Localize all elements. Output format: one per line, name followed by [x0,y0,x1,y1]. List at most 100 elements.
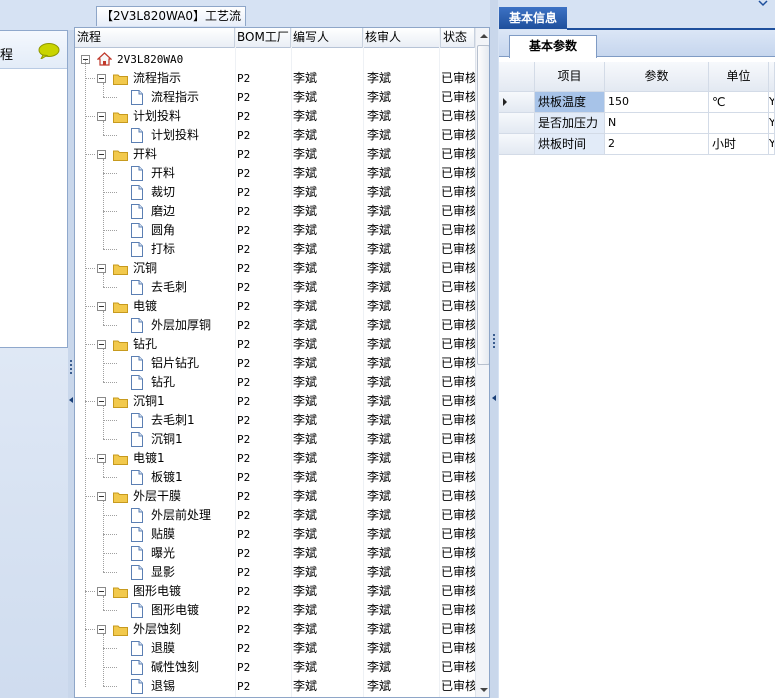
collapse-toggle[interactable] [97,74,106,83]
table-row[interactable]: 沉铜1 P2 李斌 李斌 已审核 [75,430,475,449]
table-row[interactable]: 碱性蚀刻 P2 李斌 李斌 已审核 [75,658,475,677]
collapse-toggle[interactable] [97,302,106,311]
table-row[interactable]: 开料 P2 李斌 李斌 已审核 [75,145,475,164]
table-row[interactable]: 沉铜 P2 李斌 李斌 已审核 [75,259,475,278]
collapse-toggle[interactable] [97,625,106,634]
tree-line [103,325,117,326]
tree-node-label: 钻孔 [151,375,176,389]
table-row[interactable]: 钻孔 P2 李斌 李斌 已审核 [75,335,475,354]
reviewer-cell: 李斌 [367,90,392,104]
row-indicator[interactable] [499,92,535,113]
collapse-toggle[interactable] [97,150,106,159]
param-value-cell[interactable]: 2 [605,134,709,155]
grid-body: 2V3L820WA0 流程指示 P2 李斌 李斌 已审核 流程指示 P2 李斌 李斌 已审核 计划投… [75,48,475,697]
col-header-process[interactable]: 流程 [75,28,235,48]
vertical-scrollbar[interactable] [475,28,489,697]
scroll-up-button[interactable] [476,28,489,44]
table-row[interactable]: 磨边 P2 李斌 李斌 已审核 [75,202,475,221]
status-cell: 已审核 [441,489,475,503]
collapse-toggle[interactable] [97,112,106,121]
table-row[interactable]: 电镀1 P2 李斌 李斌 已审核 [75,449,475,468]
param-row[interactable]: 是否加压力N Y [499,113,775,134]
bom-cell: P2 [237,471,251,484]
folder-icon [113,112,128,123]
table-row[interactable]: 图形电镀 P2 李斌 李斌 已审核 [75,601,475,620]
table-row[interactable]: 退膜 P2 李斌 李斌 已审核 [75,639,475,658]
basic-info-tab[interactable]: 基本信息 [499,7,567,29]
col-header-writer[interactable]: 编写人 [291,28,363,48]
scroll-down-button[interactable] [476,682,489,697]
table-row[interactable]: 外层干膜 P2 李斌 李斌 已审核 [75,487,475,506]
tree-root-row[interactable]: 2V3L820WA0 [75,50,475,69]
table-row[interactable]: 流程指示 P2 李斌 李斌 已审核 [75,88,475,107]
status-cell: 已审核 [441,527,475,541]
speech-bubble-icon[interactable] [38,43,60,59]
basic-params-tab[interactable]: 基本参数 [509,35,597,58]
table-row[interactable]: 去毛刺 P2 李斌 李斌 已审核 [75,278,475,297]
collapse-toggle[interactable] [97,454,106,463]
param-row[interactable]: 烘板温度150℃Y [499,92,775,113]
table-row[interactable]: 打标 P2 李斌 李斌 已审核 [75,240,475,259]
param-row[interactable]: 烘板时间2小时Y [499,134,775,155]
bom-cell: P2 [237,376,251,389]
collapse-toggle[interactable] [97,492,106,501]
col-header-value[interactable]: 参数 [605,62,709,92]
table-row[interactable]: 外层加厚铜 P2 李斌 李斌 已审核 [75,316,475,335]
chevron-down-icon[interactable] [750,0,775,7]
collapse-left-icon[interactable] [69,397,73,403]
left-nav-header[interactable]: 程 [0,31,67,69]
tree-line [103,173,117,174]
table-row[interactable]: 外层蚀刻 P2 李斌 李斌 已审核 [75,620,475,639]
right-splitter[interactable] [490,0,498,698]
writer-cell: 李斌 [293,679,318,693]
collapse-toggle[interactable] [97,264,106,273]
collapse-toggle[interactable] [97,587,106,596]
table-row[interactable]: 铝片钻孔 P2 李斌 李斌 已审核 [75,354,475,373]
col-header-reviewer[interactable]: 核审人 [363,28,441,48]
table-row[interactable]: 曝光 P2 李斌 李斌 已审核 [75,544,475,563]
table-row[interactable]: 电镀 P2 李斌 李斌 已审核 [75,297,475,316]
table-row[interactable]: 流程指示 P2 李斌 李斌 已审核 [75,69,475,88]
param-value-cell[interactable]: N [605,113,709,134]
status-cell: 已审核 [441,337,475,351]
tree-line [85,496,95,497]
bom-cell: P2 [237,566,251,579]
table-row[interactable]: 退锡 P2 李斌 李斌 已审核 [75,677,475,696]
table-row[interactable]: 图形电镀 P2 李斌 李斌 已审核 [75,582,475,601]
tree-node-label: 沉铜1 [133,394,165,408]
collapse-toggle[interactable] [97,340,106,349]
status-cell: 已审核 [441,603,475,617]
table-row[interactable]: 钻孔 P2 李斌 李斌 已审核 [75,373,475,392]
table-row[interactable]: 去毛刺1 P2 李斌 李斌 已审核 [75,411,475,430]
arrow-down-icon [480,688,488,692]
row-indicator[interactable] [499,113,535,134]
table-row[interactable]: 板镀1 P2 李斌 李斌 已审核 [75,468,475,487]
table-row[interactable]: 贴膜 P2 李斌 李斌 已审核 [75,525,475,544]
param-value-cell[interactable]: 150 [605,92,709,113]
collapse-right-icon[interactable] [492,395,496,401]
scroll-thumb[interactable] [477,45,489,365]
tree-node-label: 板镀1 [151,470,183,484]
collapse-toggle[interactable] [97,397,106,406]
table-row[interactable]: 圆角 P2 李斌 李斌 已审核 [75,221,475,240]
tree-line [103,406,104,439]
table-row[interactable]: 裁切 P2 李斌 李斌 已审核 [75,183,475,202]
document-icon [131,90,143,105]
tree-node-label: 外层蚀刻 [133,622,182,636]
process-tab[interactable]: 【2V3L820WA0】工艺流程 [96,6,246,42]
col-header-status[interactable]: 状态 [441,28,475,48]
table-row[interactable]: 沉铜1 P2 李斌 李斌 已审核 [75,392,475,411]
col-header-unit[interactable]: 单位 [709,62,769,92]
table-row[interactable]: 外层前处理 P2 李斌 李斌 已审核 [75,506,475,525]
param-item-cell: 烘板温度 [535,92,605,113]
col-header-bom[interactable]: BOM工厂 [235,28,291,48]
table-row[interactable]: 开料 P2 李斌 李斌 已审核 [75,164,475,183]
row-indicator[interactable] [499,134,535,155]
table-row[interactable]: 计划投料 P2 李斌 李斌 已审核 [75,107,475,126]
tree-node-label: 沉铜1 [151,432,183,446]
table-row[interactable]: 计划投料 P2 李斌 李斌 已审核 [75,126,475,145]
table-row[interactable]: 显影 P2 李斌 李斌 已审核 [75,563,475,582]
bom-cell: P2 [237,395,251,408]
document-icon [131,508,143,523]
col-header-item[interactable]: 项目 [535,62,605,92]
